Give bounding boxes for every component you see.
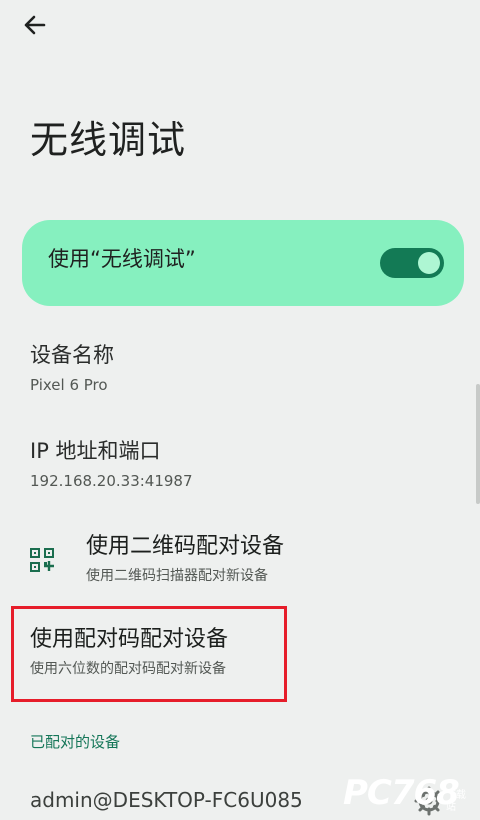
pair-with-qr-code-title: 使用二维码配对设备 xyxy=(86,534,285,559)
pair-with-qr-code-item[interactable]: 使用二维码配对设备 使用二维码扫描器配对新设备 xyxy=(30,534,450,594)
qr-code-icon xyxy=(30,548,54,572)
paired-devices-header: 已配对的设备 xyxy=(30,733,121,751)
ip-address-title: IP 地址和端口 xyxy=(30,439,161,463)
device-name-value: Pixel 6 Pro xyxy=(30,376,108,395)
wireless-debugging-toggle-card[interactable]: 使用“无线调试” xyxy=(22,220,464,306)
pair-with-code-item[interactable]: 使用配对码配对设备 使用六位数的配对码配对新设备 xyxy=(30,627,280,678)
pair-with-code-subtitle: 使用六位数的配对码配对新设备 xyxy=(30,661,226,678)
device-name-title: 设备名称 xyxy=(30,343,114,367)
pc768-watermark: PC768 下载站 xyxy=(343,773,475,813)
pair-with-code-title: 使用配对码配对设备 xyxy=(30,627,229,652)
device-name-item[interactable]: 设备名称 Pixel 6 Pro xyxy=(30,343,114,394)
paired-device-item[interactable]: admin@DESKTOP-FC6U085 xyxy=(30,788,303,812)
arrow-back-icon xyxy=(24,15,46,35)
back-button[interactable] xyxy=(18,8,52,42)
page-title: 无线调试 xyxy=(30,118,187,162)
switch-knob xyxy=(418,252,440,274)
wireless-debugging-switch[interactable] xyxy=(380,248,444,278)
watermark-subtext: 下载站 xyxy=(446,790,466,813)
top-app-bar xyxy=(0,0,480,52)
watermark-logo-text: PC768 xyxy=(343,773,460,813)
wireless-debugging-toggle-label: 使用“无线调试” xyxy=(48,247,196,271)
ip-address-value: 192.168.20.33:41987 xyxy=(30,472,193,491)
scrollbar[interactable] xyxy=(476,384,480,504)
pair-with-qr-code-subtitle: 使用二维码扫描器配对新设备 xyxy=(86,568,268,584)
ip-address-item[interactable]: IP 地址和端口 192.168.20.33:41987 xyxy=(30,439,193,490)
